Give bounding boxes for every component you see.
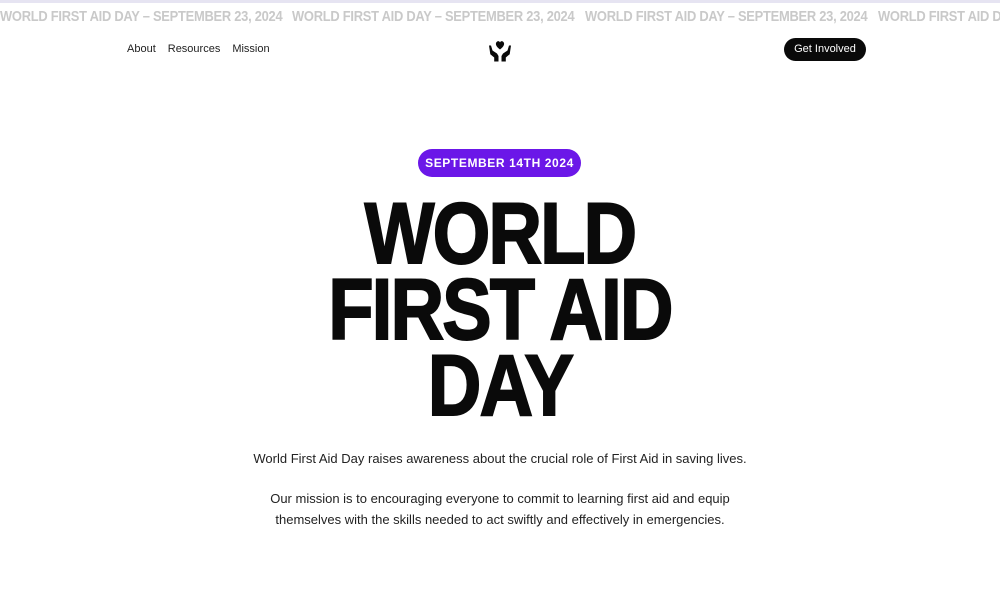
- marquee-item: WORLD FIRST AID DAY – SEPTEMBER 23, 2024: [0, 8, 283, 25]
- get-involved-button[interactable]: Get Involved: [784, 38, 866, 61]
- marquee-item: WORLD FIRST AID DAY – SEPTEMBER 23, 2024: [292, 8, 575, 25]
- hero-title-line: WORLD: [364, 186, 638, 282]
- marquee-item: WORLD FIRST AID DAY – SEPTEMBER 23, 2024: [878, 8, 1000, 25]
- marquee-item: WORLD FIRST AID DAY – SEPTEMBER 23, 2024: [585, 8, 868, 25]
- nav-link-mission[interactable]: Mission: [232, 40, 269, 58]
- nav-link-about[interactable]: About: [127, 40, 156, 58]
- nav-link-resources[interactable]: Resources: [168, 40, 221, 58]
- top-divider: [0, 0, 1000, 3]
- logo-graphic: [489, 41, 511, 62]
- hero-title-line: FIRST AID: [327, 262, 674, 358]
- event-date-badge: SEPTEMBER 14TH 2024: [418, 149, 581, 177]
- page: WORLD FIRST AID DAY – SEPTEMBER 23, 2024…: [0, 0, 1000, 600]
- hero-title-line: DAY: [427, 338, 575, 434]
- mission-text: Our mission is to encouraging everyone t…: [270, 491, 730, 527]
- heart-in-hands-icon[interactable]: [486, 36, 514, 64]
- hero-lead-text: World First Aid Day raises awareness abo…: [253, 451, 747, 466]
- main-nav: About Resources Mission: [127, 40, 270, 58]
- hero-title: WORLD FIRST AID DAY: [250, 186, 750, 434]
- announcement-marquee: WORLD FIRST AID DAY – SEPTEMBER 23, 2024…: [0, 6, 1000, 28]
